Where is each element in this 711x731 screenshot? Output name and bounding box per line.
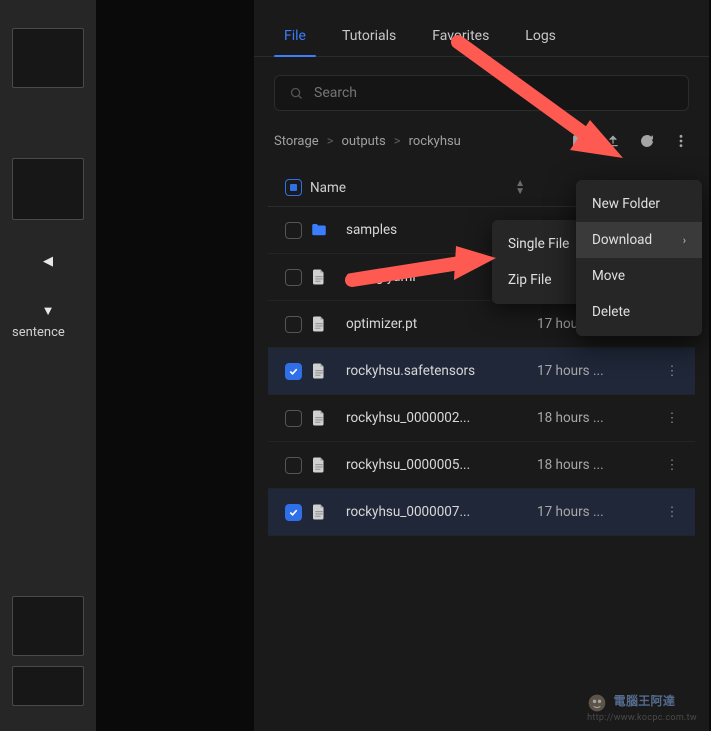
file-name: rockyhsu.safetensors: [346, 363, 475, 379]
menu-item-move[interactable]: Move: [576, 258, 702, 294]
breadcrumb-segment[interactable]: outputs: [342, 134, 386, 149]
menu-item-download[interactable]: Download›: [576, 222, 702, 258]
expand-down-icon[interactable]: ▼: [0, 303, 96, 319]
file-browser-panel: FileTutorialsFavoritesLogs Storage > outpu…: [254, 0, 709, 731]
column-name[interactable]: Name ▲▼: [310, 180, 537, 196]
file-icon: [310, 456, 328, 474]
file-name: rockyhsu_0000007...: [346, 504, 470, 520]
modified-time: 17 hours ...: [537, 504, 657, 520]
row-checkbox[interactable]: [285, 410, 302, 427]
file-name: rockyhsu_0000005...: [346, 457, 470, 473]
row-more-icon[interactable]: ⋮: [665, 410, 679, 426]
watermark: 電腦王阿達 http://www.kocpc.com.tw: [587, 692, 697, 723]
table-row[interactable]: rockyhsu_0000007... 17 hours ... ⋮: [268, 489, 695, 536]
file-icon: [310, 409, 328, 427]
row-checkbox[interactable]: [285, 316, 302, 333]
tab-favorites[interactable]: Favorites: [414, 18, 507, 56]
tab-file[interactable]: File: [266, 18, 324, 56]
breadcrumb: Storage > outputs > rockyhsu: [274, 134, 461, 149]
row-checkbox[interactable]: [285, 222, 302, 239]
context-menu: New FolderDownload›MoveDelete: [576, 180, 702, 336]
row-more-icon[interactable]: ⋮: [665, 504, 679, 520]
row-more-icon[interactable]: ⋮: [665, 363, 679, 379]
menu-item-new-folder[interactable]: New Folder: [576, 186, 702, 222]
row-checkbox[interactable]: [285, 363, 302, 380]
left-sidebar: ◀ ▼ sentence: [0, 0, 96, 731]
tab-logs[interactable]: Logs: [507, 18, 574, 56]
menu-item-delete[interactable]: Delete: [576, 294, 702, 330]
panel-box: [12, 28, 84, 88]
refresh-icon[interactable]: [639, 133, 655, 149]
file-name: rockyhsu_0000002...: [346, 410, 470, 426]
breadcrumb-segment[interactable]: Storage: [274, 134, 319, 149]
chevron-right-icon: ›: [683, 234, 686, 247]
select-all-checkbox[interactable]: [285, 179, 302, 196]
sort-icon: ▲▼: [515, 180, 537, 196]
breadcrumb-separator: >: [394, 134, 401, 149]
panel-box: [12, 596, 84, 656]
upload-icon[interactable]: [605, 133, 621, 149]
modified-time: 17 hours ...: [537, 363, 657, 379]
collapse-left-icon[interactable]: ◀: [0, 254, 96, 269]
breadcrumb-separator: >: [327, 134, 334, 149]
search-icon: [289, 86, 304, 101]
row-more-icon[interactable]: ⋮: [665, 457, 679, 473]
file-icon: [310, 362, 328, 380]
breadcrumb-segment[interactable]: rockyhsu: [409, 134, 461, 149]
modified-time: 18 hours ...: [537, 457, 657, 473]
folder-icon: [310, 221, 328, 239]
panel-box: [12, 158, 84, 220]
toolbar-actions: [571, 133, 689, 149]
table-row[interactable]: rockyhsu.safetensors 17 hours ... ⋮: [268, 348, 695, 395]
modified-time: 18 hours ...: [537, 410, 657, 426]
row-checkbox[interactable]: [285, 457, 302, 474]
file-icon: [310, 315, 328, 333]
sentence-label: sentence: [12, 325, 84, 340]
panel-box: [12, 666, 84, 706]
table-row[interactable]: rockyhsu_0000002... 18 hours ... ⋮: [268, 395, 695, 442]
search-input[interactable]: [314, 85, 674, 101]
tab-tutorials[interactable]: Tutorials: [324, 18, 414, 56]
table-row[interactable]: rockyhsu_0000005... 18 hours ... ⋮: [268, 442, 695, 489]
file-name: config.yaml: [346, 269, 416, 285]
file-icon: [310, 503, 328, 521]
more-icon[interactable]: [673, 133, 689, 149]
tab-bar: FileTutorialsFavoritesLogs: [254, 0, 709, 57]
row-checkbox[interactable]: [285, 269, 302, 286]
save-icon[interactable]: [571, 133, 587, 149]
row-checkbox[interactable]: [285, 504, 302, 521]
file-name: samples: [346, 222, 397, 238]
file-name: optimizer.pt: [346, 316, 417, 332]
search-field[interactable]: [274, 75, 689, 111]
file-icon: [310, 268, 328, 286]
